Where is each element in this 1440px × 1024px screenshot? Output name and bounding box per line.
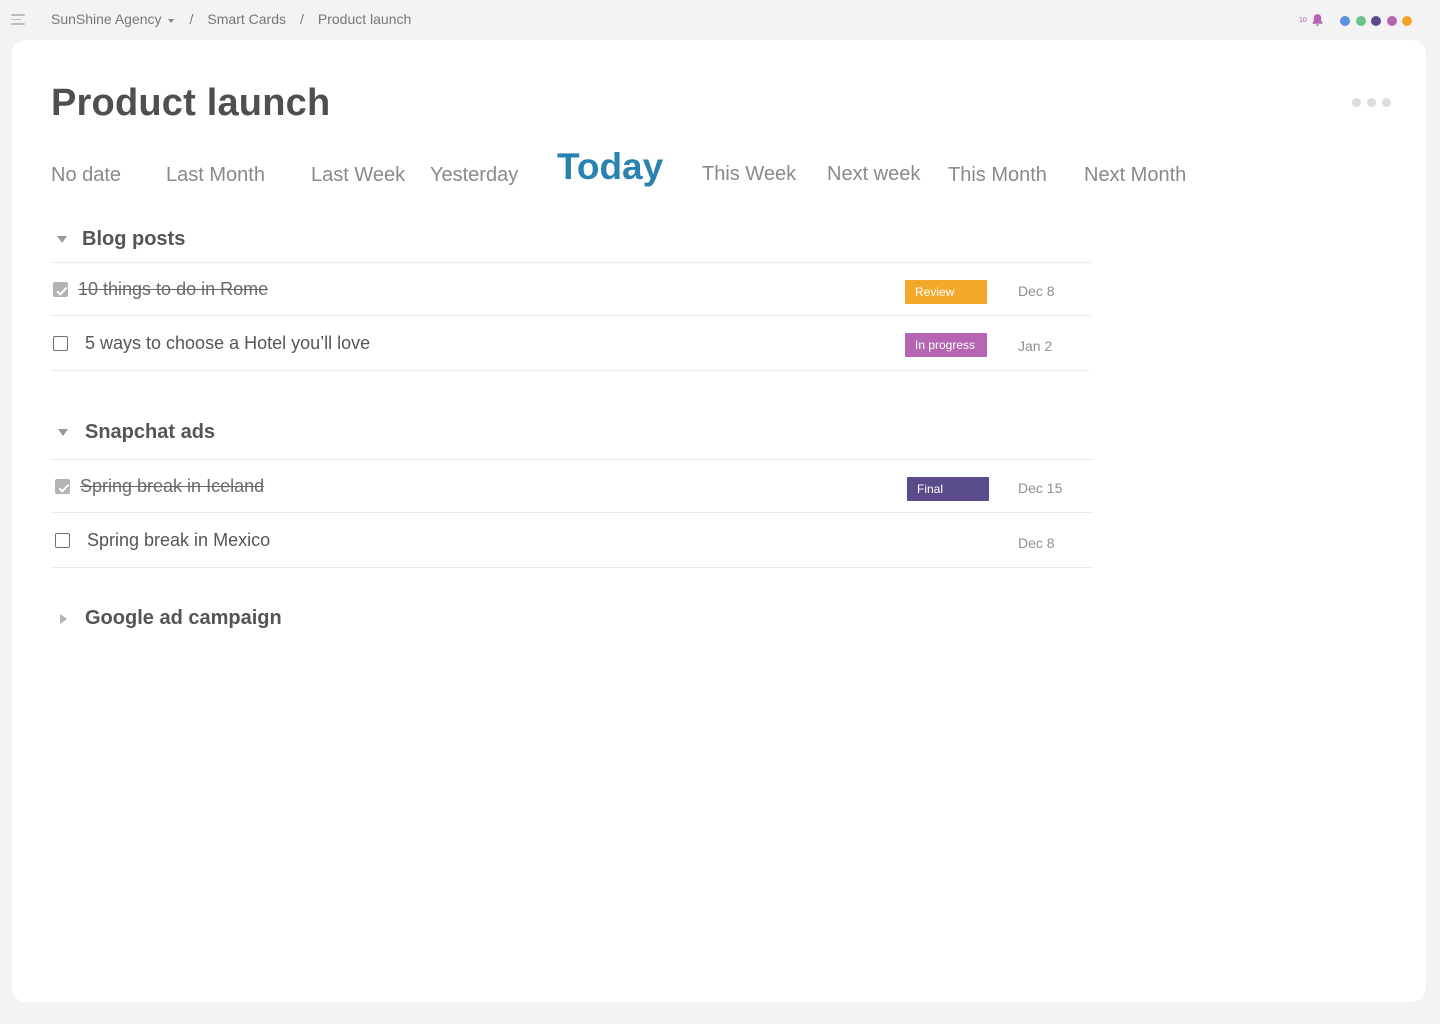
status-badge[interactable]: In progress [905, 333, 987, 357]
section-header-snapchat-ads[interactable]: Snapchat ads [58, 421, 215, 444]
divider [51, 567, 1093, 568]
tab-this-week[interactable]: This Week [702, 163, 796, 186]
task-title[interactable]: Spring break in Iceland [80, 476, 264, 497]
section-title: Google ad campaign [85, 607, 282, 629]
task-checkbox-checked[interactable] [55, 479, 70, 494]
task-row: Spring break in Iceland Final Dec 15 [51, 460, 1093, 513]
tab-last-week[interactable]: Last Week [311, 164, 405, 187]
breadcrumb: SunShine Agency / Smart Cards / Product … [51, 11, 411, 27]
user-avatars [1340, 16, 1418, 26]
due-date: Dec 15 [1018, 480, 1063, 496]
user-avatar[interactable] [1402, 16, 1412, 26]
task-row: 5 ways to choose a Hotel you’ll love In … [51, 316, 1091, 369]
tab-this-month[interactable]: This Month [948, 164, 1047, 187]
breadcrumb-separator: / [300, 11, 304, 27]
task-checkbox[interactable] [53, 336, 68, 351]
task-title[interactable]: 5 ways to choose a Hotel you’ll love [85, 333, 370, 354]
tab-yesterday[interactable]: Yesterday [430, 164, 518, 187]
task-row: Spring break in Mexico Dec 8 [51, 513, 1093, 566]
due-date: Dec 8 [1018, 283, 1055, 299]
task-title[interactable]: 10 things to do in Rome [78, 279, 268, 300]
notification-count: 10 [1299, 16, 1307, 24]
checkmark-icon [56, 287, 68, 296]
section-header-google-ad-campaign[interactable]: Google ad campaign [60, 607, 282, 630]
breadcrumb-page[interactable]: Product launch [318, 11, 411, 27]
expand-triangle-icon [60, 613, 67, 624]
task-checkbox-checked[interactable] [53, 282, 68, 297]
breadcrumb-workspace[interactable]: SunShine Agency [51, 11, 176, 27]
tab-next-week[interactable]: Next week [827, 163, 920, 186]
more-options-icon[interactable] [1352, 98, 1397, 107]
section-title: Snapchat ads [85, 421, 216, 443]
task-checkbox[interactable] [55, 533, 70, 548]
section-header-blog-posts[interactable]: Blog posts [57, 228, 185, 251]
chevron-down-icon [167, 19, 174, 24]
tab-next-month[interactable]: Next Month [1084, 164, 1186, 187]
top-bar: SunShine Agency / Smart Cards / Product … [0, 0, 1440, 40]
collapse-triangle-icon [57, 236, 67, 243]
divider [51, 370, 1089, 371]
tab-no-date[interactable]: No date [51, 164, 121, 187]
section-title: Blog posts [82, 228, 186, 250]
breadcrumb-section[interactable]: Smart Cards [207, 11, 286, 27]
checkmark-icon [58, 484, 70, 493]
task-row: 10 things to do in Rome Review Dec 8 [51, 263, 1091, 316]
tab-today[interactable]: Today [557, 146, 663, 188]
menu-icon[interactable] [11, 14, 25, 25]
user-avatar[interactable] [1340, 16, 1350, 26]
collapse-triangle-icon [58, 429, 68, 436]
page-title: Product launch [51, 82, 331, 124]
task-title[interactable]: Spring break in Mexico [87, 530, 270, 551]
user-avatar[interactable] [1355, 16, 1366, 26]
tab-last-month[interactable]: Last Month [166, 164, 265, 187]
status-badge[interactable]: Review [905, 280, 987, 304]
status-badge[interactable]: Final [907, 477, 989, 501]
user-avatar[interactable] [1371, 16, 1381, 26]
user-avatar[interactable] [1386, 16, 1397, 26]
due-date: Jan 2 [1018, 338, 1053, 354]
breadcrumb-workspace-label: SunShine Agency [51, 11, 162, 27]
breadcrumb-separator: / [189, 11, 194, 27]
bell-icon [1312, 14, 1323, 27]
due-date: Dec 8 [1018, 535, 1055, 551]
main-card: Product launch No date Last Month Last W… [12, 40, 1426, 1002]
notifications-button[interactable]: 10 [1299, 13, 1324, 27]
